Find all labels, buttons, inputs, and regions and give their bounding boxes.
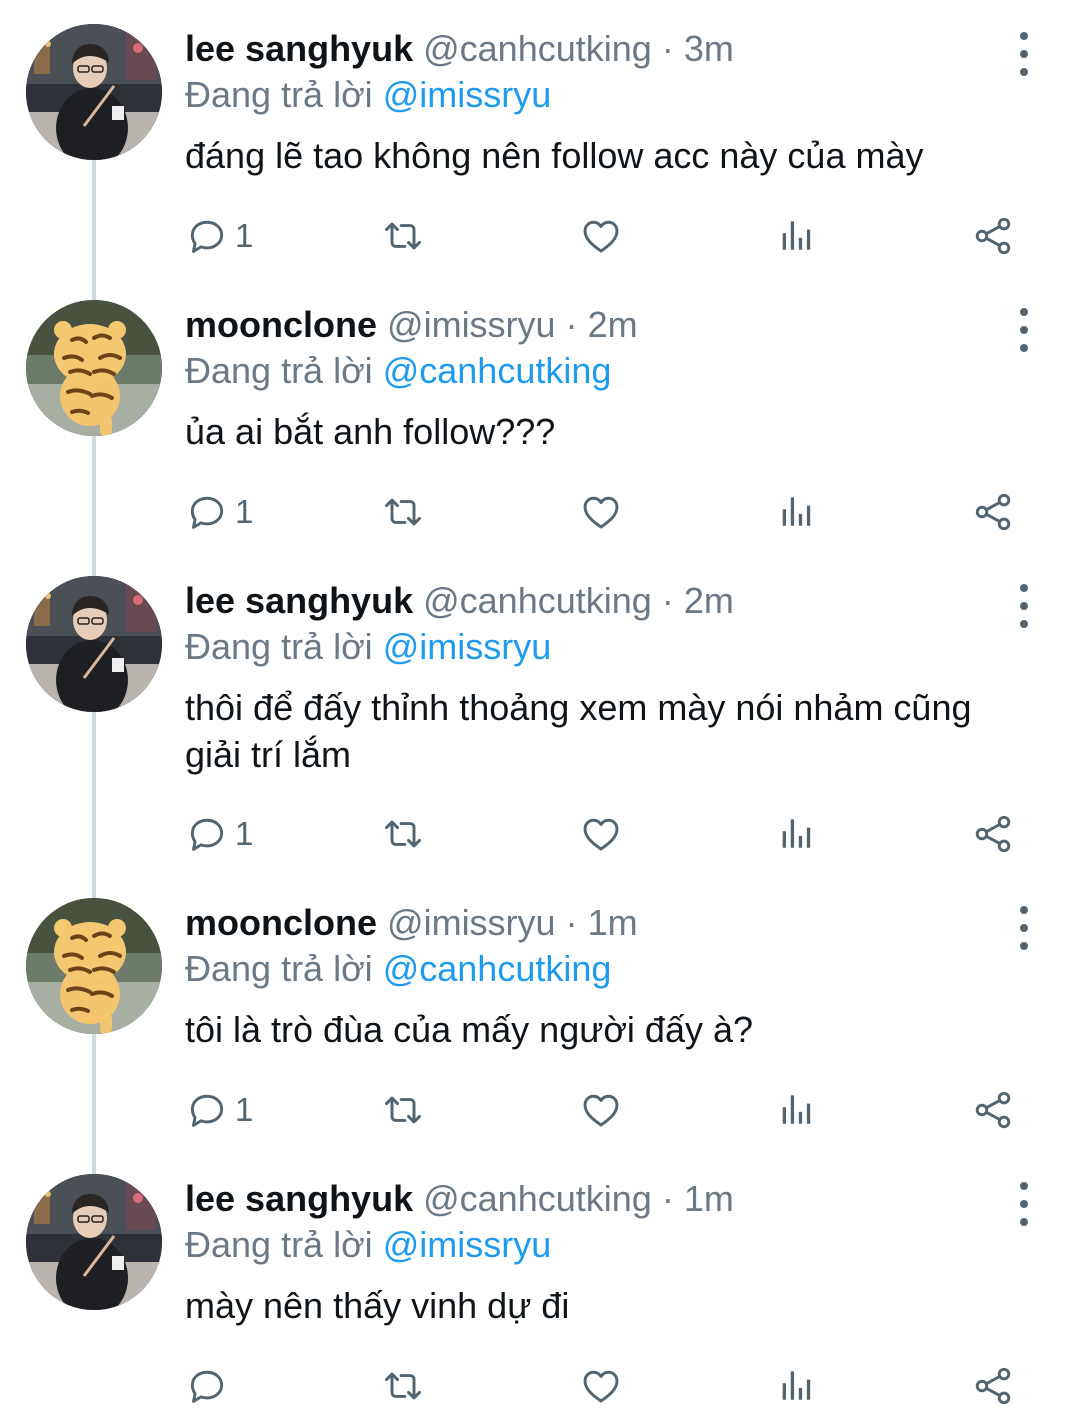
display-name[interactable]: moonclone — [185, 902, 377, 943]
share-button[interactable] — [971, 1086, 1015, 1134]
tweet-text: ủa ai bắt anh follow??? — [185, 411, 556, 452]
timestamp[interactable]: 2m — [684, 580, 734, 621]
display-name[interactable]: lee sanghyuk — [185, 28, 413, 69]
tweet-text: đáng lẽ tao không nên follow acc này của… — [185, 135, 924, 176]
views-button[interactable] — [775, 810, 819, 858]
tweet[interactable]: lee sanghyuk @canhcutking · 1m Đang trả … — [0, 1174, 1080, 1424]
tweet-header: lee sanghyuk @canhcutking · 3m — [185, 26, 734, 72]
more-options-icon[interactable] — [1008, 906, 1040, 950]
display-name[interactable]: moonclone — [185, 304, 377, 345]
separator: · — [565, 902, 578, 943]
tweet-header: lee sanghyuk @canhcutking · 1m — [185, 1176, 734, 1222]
more-options-icon[interactable] — [1008, 32, 1040, 76]
tweet[interactable]: moonclone @imissryu · 1m Đang trả lời @c… — [0, 898, 1080, 1158]
user-handle[interactable]: @canhcutking — [423, 28, 652, 69]
replying-to: Đang trả lời @canhcutking — [185, 946, 611, 992]
share-button[interactable] — [971, 488, 1015, 536]
user-handle[interactable]: @imissryu — [387, 902, 556, 943]
retweet-button[interactable] — [381, 212, 425, 260]
like-button[interactable] — [579, 1362, 623, 1410]
more-options-icon[interactable] — [1008, 308, 1040, 352]
like-button[interactable] — [579, 810, 623, 858]
tweet[interactable]: lee sanghyuk @canhcutking · 2m Đang trả … — [0, 576, 1080, 876]
more-options-icon[interactable] — [1008, 584, 1040, 628]
replying-to: Đang trả lời @imissryu — [185, 624, 551, 670]
separator: · — [565, 304, 578, 345]
replying-to-handle[interactable]: @canhcutking — [383, 948, 612, 989]
display-name[interactable]: lee sanghyuk — [185, 580, 413, 621]
views-button[interactable] — [775, 1086, 819, 1134]
reply-button[interactable]: 1 — [185, 488, 253, 536]
avatar[interactable] — [26, 1174, 162, 1310]
share-button[interactable] — [971, 212, 1015, 260]
action-bar — [185, 1362, 1025, 1410]
views-button[interactable] — [775, 488, 819, 536]
timestamp[interactable]: 1m — [684, 1178, 734, 1219]
user-handle[interactable]: @canhcutking — [423, 580, 652, 621]
avatar[interactable] — [26, 898, 162, 1034]
reply-count: 1 — [235, 815, 254, 852]
display-name[interactable]: lee sanghyuk — [185, 1178, 413, 1219]
timestamp[interactable]: 2m — [588, 304, 638, 345]
like-button[interactable] — [579, 488, 623, 536]
reply-count: 1 — [235, 1091, 254, 1128]
separator: · — [661, 28, 674, 69]
share-button[interactable] — [971, 1362, 1015, 1410]
more-options-icon[interactable] — [1008, 1182, 1040, 1226]
views-button[interactable] — [775, 212, 819, 260]
reply-button[interactable]: 1 — [185, 212, 253, 260]
like-button[interactable] — [579, 1086, 623, 1134]
reply-button[interactable]: 1 — [185, 810, 253, 858]
replying-to-handle[interactable]: @imissryu — [383, 74, 552, 115]
retweet-button[interactable] — [381, 1362, 425, 1410]
user-handle[interactable]: @canhcutking — [423, 1178, 652, 1219]
replying-to-handle[interactable]: @canhcutking — [383, 350, 612, 391]
avatar[interactable] — [26, 576, 162, 712]
user-handle[interactable]: @imissryu — [387, 304, 556, 345]
reply-button[interactable]: 1 — [185, 1086, 253, 1134]
separator: · — [661, 580, 674, 621]
replying-to-label: Đang trả lời — [185, 1224, 373, 1265]
tweet-header: moonclone @imissryu · 2m — [185, 302, 638, 348]
replying-to: Đang trả lời @imissryu — [185, 1222, 551, 1268]
action-bar: 1 — [185, 488, 1025, 536]
action-bar: 1 — [185, 212, 1025, 260]
replying-to-handle[interactable]: @imissryu — [383, 1224, 552, 1265]
share-button[interactable] — [971, 810, 1015, 858]
avatar[interactable] — [26, 300, 162, 436]
retweet-button[interactable] — [381, 1086, 425, 1134]
tweet-header: lee sanghyuk @canhcutking · 2m — [185, 578, 734, 624]
like-button[interactable] — [579, 212, 623, 260]
timestamp[interactable]: 1m — [588, 902, 638, 943]
action-bar: 1 — [185, 810, 1025, 858]
replying-to: Đang trả lời @imissryu — [185, 72, 551, 118]
separator: · — [661, 1178, 674, 1219]
replying-to-label: Đang trả lời — [185, 948, 373, 989]
replying-to-label: Đang trả lời — [185, 74, 373, 115]
replying-to-label: Đang trả lời — [185, 350, 373, 391]
tweet-header: moonclone @imissryu · 1m — [185, 900, 638, 946]
tweet-text: tôi là trò đùa của mấy người đấy à? — [185, 1009, 754, 1050]
tweet-text: thôi để đấy thỉnh thoảng xem mày nói nhả… — [185, 687, 972, 775]
replying-to-handle[interactable]: @imissryu — [383, 626, 552, 667]
timestamp[interactable]: 3m — [684, 28, 734, 69]
replying-to-label: Đang trả lời — [185, 626, 373, 667]
reply-button[interactable] — [185, 1362, 235, 1410]
replying-to: Đang trả lời @canhcutking — [185, 348, 611, 394]
action-bar: 1 — [185, 1086, 1025, 1134]
tweet[interactable]: lee sanghyuk @canhcutking · 3m Đang trả … — [0, 24, 1080, 284]
tweet-text: mày nên thấy vinh dự đi — [185, 1285, 570, 1326]
reply-count: 1 — [235, 217, 254, 254]
reply-count: 1 — [235, 493, 254, 530]
tweet[interactable]: moonclone @imissryu · 2m Đang trả lời @c… — [0, 300, 1080, 560]
retweet-button[interactable] — [381, 810, 425, 858]
retweet-button[interactable] — [381, 488, 425, 536]
views-button[interactable] — [775, 1362, 819, 1410]
avatar[interactable] — [26, 24, 162, 160]
